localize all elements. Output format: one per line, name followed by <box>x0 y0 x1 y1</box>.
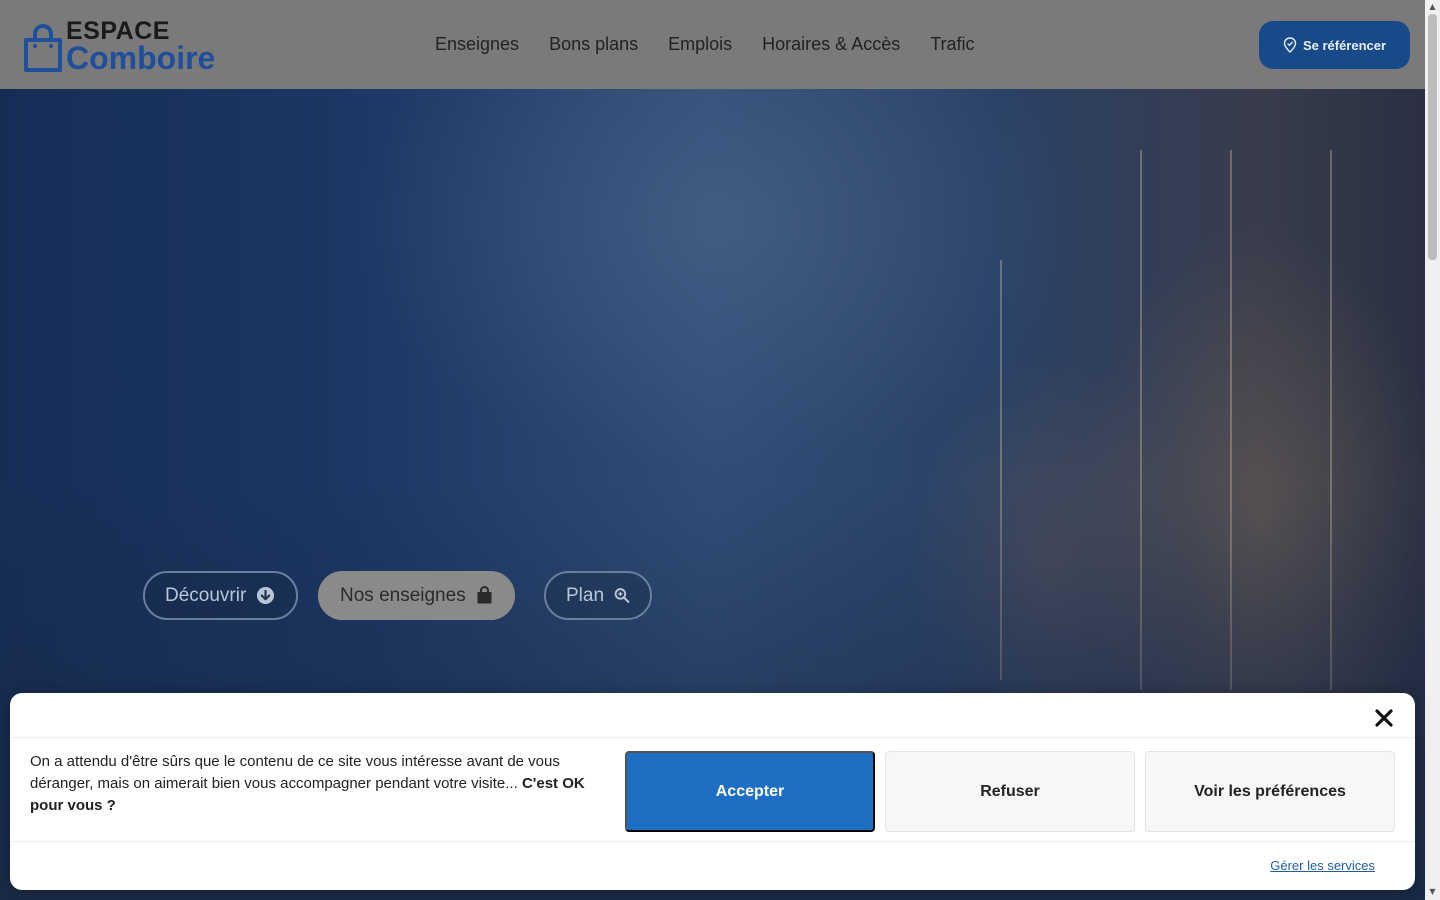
scroll-down-icon[interactable]: ▼ <box>1428 887 1437 896</box>
page-scrollbar[interactable]: ▲ ▼ <box>1425 0 1440 900</box>
divider <box>10 737 1415 738</box>
scroll-thumb[interactable] <box>1428 14 1437 260</box>
close-icon[interactable] <box>1373 707 1395 729</box>
main-nav: Enseignes Bons plans Emplois Horaires & … <box>435 32 1005 56</box>
plan-button[interactable]: Plan <box>544 571 652 620</box>
decouvrir-label: Découvrir <box>165 584 247 606</box>
arrow-down-circle-icon <box>257 586 275 605</box>
manage-services-link[interactable]: Gérer les services <box>1270 858 1375 873</box>
preferences-button[interactable]: Voir les préférences <box>1145 751 1395 832</box>
location-check-icon <box>1283 37 1297 53</box>
decouvrir-button[interactable]: Découvrir <box>143 571 298 620</box>
cookie-message-text: On a attendu d'être sûrs que le contenu … <box>30 753 560 792</box>
nav-item-trafic[interactable]: Trafic <box>930 32 974 56</box>
plan-label: Plan <box>566 584 605 606</box>
divider <box>10 841 1415 842</box>
logo-line2: Comboire <box>66 40 216 76</box>
nav-item-horaires-acces[interactable]: Horaires & Accès <box>762 32 900 56</box>
magnifier-icon <box>614 588 630 603</box>
site-header: ESPACE Comboire Enseignes Bons plans Emp… <box>0 0 1425 89</box>
nos-enseignes-label: Nos enseignes <box>340 584 466 606</box>
shopping-bag-icon <box>24 24 62 72</box>
se-referencer-button[interactable]: Se référencer <box>1259 21 1410 69</box>
nav-item-enseignes[interactable]: Enseignes <box>435 32 519 56</box>
nos-enseignes-button[interactable]: Nos enseignes <box>318 571 515 620</box>
refuse-button[interactable]: Refuser <box>885 751 1135 832</box>
accept-button[interactable]: Accepter <box>625 751 875 832</box>
cookie-message: On a attendu d'être sûrs que le contenu … <box>30 751 620 817</box>
shopping-bag-icon <box>477 586 492 604</box>
nav-item-bons-plans[interactable]: Bons plans <box>549 32 638 56</box>
site-logo[interactable]: ESPACE Comboire <box>22 18 216 76</box>
se-referencer-label: Se référencer <box>1302 37 1387 53</box>
nav-item-emplois[interactable]: Emplois <box>668 32 732 56</box>
cookie-consent-banner: On a attendu d'être sûrs que le contenu … <box>10 693 1415 890</box>
scroll-up-icon[interactable]: ▲ <box>1428 2 1437 11</box>
